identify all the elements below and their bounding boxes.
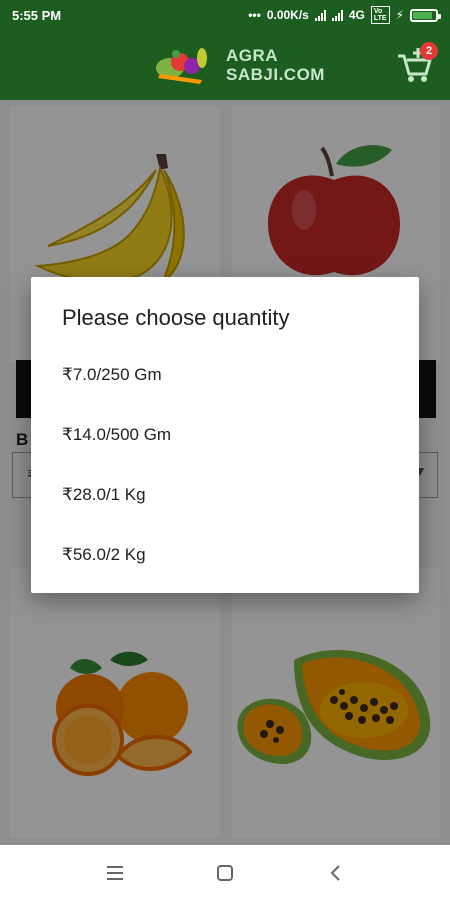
quantity-option-1kg[interactable]: ₹28.0/1 Kg (31, 465, 419, 525)
signal-icon-2 (331, 9, 343, 21)
signal-icon (314, 9, 326, 21)
system-nav-bar (0, 845, 450, 900)
status-bar: 5:55 PM ••• 0.00K/s 4G Vo LTE ⚡ (0, 0, 450, 30)
cart-button[interactable]: 2 (396, 42, 438, 84)
network-type: 4G (348, 8, 365, 22)
quantity-option-2kg[interactable]: ₹56.0/2 Kg (31, 525, 419, 585)
app-logo[interactable]: AGRA SABJI.COM (150, 44, 325, 86)
vegetable-logo-icon (150, 44, 220, 86)
status-time: 5:55 PM (12, 7, 62, 23)
logo-line-1: AGRA (226, 46, 279, 65)
dialog-title: Please choose quantity (62, 305, 290, 330)
battery-icon (410, 8, 441, 22)
volte-icon: Vo LTE (370, 6, 390, 24)
back-button[interactable] (315, 853, 355, 893)
quantity-option-250gm[interactable]: ₹7.0/250 Gm (31, 345, 419, 405)
net-speed: 0.00K/s (266, 8, 309, 22)
back-chevron-icon (330, 864, 340, 881)
quantity-dialog: Please choose quantity ₹7.0/250 Gm ₹14.0… (31, 277, 419, 593)
home-square-icon (217, 864, 233, 881)
cart-count-badge: 2 (420, 42, 438, 60)
logo-line-2: SABJI.COM (226, 65, 325, 84)
menu-icon (107, 865, 123, 880)
more-dots-icon: ••• (248, 8, 261, 22)
menu-button[interactable] (95, 853, 135, 893)
quantity-option-500gm[interactable]: ₹14.0/500 Gm (31, 405, 419, 465)
home-button[interactable] (205, 853, 245, 893)
charging-icon: ⚡ (395, 8, 404, 22)
app-bar: AGRA SABJI.COM 2 (0, 30, 450, 100)
